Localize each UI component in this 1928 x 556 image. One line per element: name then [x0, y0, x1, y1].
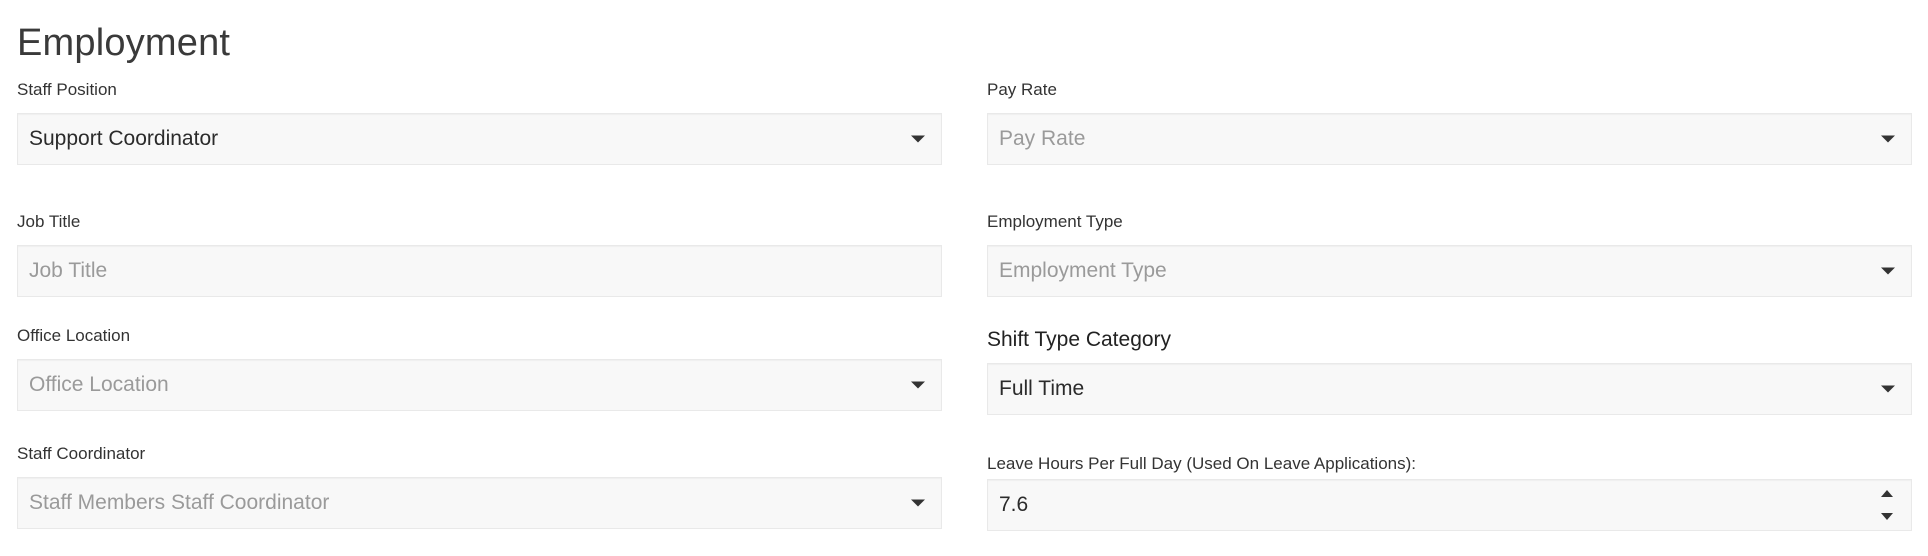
staff-position-select[interactable]: Support Coordinator [17, 113, 942, 165]
shift-type-category-field: Shift Type Category Full Time [987, 326, 1912, 416]
staff-position-label: Staff Position [17, 80, 117, 99]
leave-hours-value: 7.6 [999, 493, 1029, 516]
staff-coordinator-field: Staff Coordinator Staff Members Staff Co… [17, 442, 942, 532]
chevron-down-icon [1881, 135, 1895, 143]
job-title-placeholder: Job Title [29, 259, 108, 282]
staff-coordinator-placeholder: Staff Members Staff Coordinator [29, 491, 330, 514]
chevron-down-icon [911, 499, 925, 507]
leave-hours-number-input[interactable]: 7.6 [987, 479, 1912, 531]
employment-type-placeholder: Employment Type [999, 259, 1167, 282]
leave-hours-label: Leave Hours Per Full Day (Used On Leave … [987, 454, 1416, 473]
spinner-down-icon[interactable] [1881, 513, 1893, 520]
leave-hours-field: Leave Hours Per Full Day (Used On Leave … [987, 454, 1912, 544]
employment-type-field: Employment Type Employment Type [987, 210, 1912, 300]
pay-rate-label: Pay Rate [987, 80, 1057, 99]
shift-type-category-label: Shift Type Category [987, 328, 1172, 351]
pay-rate-field: Pay Rate Pay Rate [987, 78, 1912, 168]
staff-position-value: Support Coordinator [29, 127, 219, 150]
number-spinner [1881, 488, 1895, 522]
office-location-label: Office Location [17, 326, 131, 345]
office-location-field: Office Location Office Location [17, 324, 942, 414]
pay-rate-select[interactable]: Pay Rate [987, 113, 1912, 165]
job-title-input[interactable]: Job Title [17, 245, 942, 297]
shift-type-category-select[interactable]: Full Time [987, 363, 1912, 415]
job-title-label: Job Title [17, 212, 81, 231]
shift-type-category-value: Full Time [999, 377, 1085, 400]
employment-type-label: Employment Type [987, 212, 1123, 231]
chevron-down-icon [1881, 385, 1895, 393]
chevron-down-icon [911, 381, 925, 389]
staff-position-field: Staff Position Support Coordinator [17, 78, 942, 168]
section-title: Employment [17, 22, 231, 64]
chevron-down-icon [1881, 267, 1895, 275]
office-location-select[interactable]: Office Location [17, 359, 942, 411]
office-location-placeholder: Office Location [29, 373, 169, 396]
staff-coordinator-label: Staff Coordinator [17, 444, 146, 463]
spinner-up-icon[interactable] [1881, 490, 1893, 497]
pay-rate-placeholder: Pay Rate [999, 127, 1086, 150]
job-title-field: Job Title Job Title [17, 210, 942, 300]
chevron-down-icon [911, 135, 925, 143]
employment-type-select[interactable]: Employment Type [987, 245, 1912, 297]
staff-coordinator-select[interactable]: Staff Members Staff Coordinator [17, 477, 942, 529]
